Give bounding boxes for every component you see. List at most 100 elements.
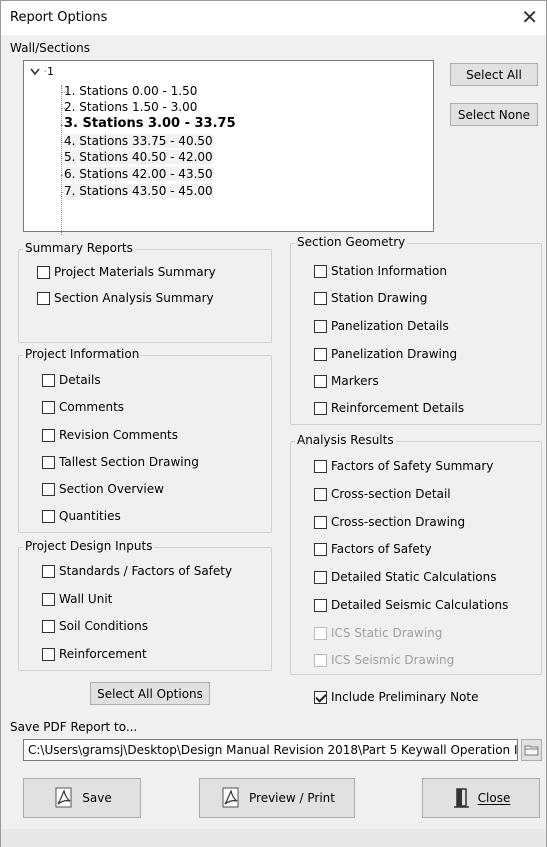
checkbox-box[interactable] [42, 592, 55, 606]
tree-item-section-5[interactable]: 5. Stations 40.50 - 42.00 [64, 150, 213, 164]
exit-door-icon [453, 788, 469, 808]
checkbox-label: Quantities [59, 509, 121, 523]
checkbox-label: Section Overview [59, 482, 164, 496]
checkbox-label: Reinforcement [59, 647, 147, 661]
checkbox-label: Include Preliminary Note [331, 690, 479, 704]
report-options-dialog: Report Options ✕ Wall/Sections ·1 1. Sta… [0, 0, 547, 847]
close-icon[interactable]: ✕ [521, 5, 538, 29]
tree-item-section-7[interactable]: 7. Stations 43.50 - 45.00 [64, 184, 213, 198]
tree-item-section-1[interactable]: 1. Stations 0.00 - 1.50 [64, 84, 197, 98]
checkbox-label: Detailed Seismic Calculations [331, 598, 509, 612]
checkbox-label: Markers [331, 374, 379, 388]
pdf-preview-icon [222, 787, 239, 808]
checkbox-box[interactable] [42, 564, 55, 578]
markers-checkbox[interactable]: Markers [314, 374, 379, 388]
checkbox-label: Tallest Section Drawing [59, 455, 199, 469]
section-analysis-summary-checkbox[interactable]: Section Analysis Summary [37, 291, 214, 305]
tree-item-section-3[interactable]: 3. Stations 3.00 - 33.75 [64, 116, 236, 131]
select-all-button[interactable]: Select All [450, 63, 538, 86]
select-none-button[interactable]: Select None [450, 103, 538, 126]
checkbox-label: Factors of Safety Summary [331, 459, 494, 473]
checkbox-box[interactable] [314, 319, 327, 333]
save-button[interactable]: Save [23, 778, 141, 818]
factors-of-safety-checkbox[interactable]: Factors of Safety [314, 542, 432, 556]
project-design-inputs-title: Project Design Inputs [23, 539, 155, 553]
include-preliminary-note-checkbox[interactable]: Include Preliminary Note [314, 690, 478, 704]
checkbox-box[interactable] [314, 542, 327, 556]
reinforcement-checkbox[interactable]: Reinforcement [42, 647, 147, 661]
wall-unit-checkbox[interactable]: Wall Unit [42, 592, 112, 606]
cross-section-detail-checkbox[interactable]: Cross-section Detail [314, 487, 451, 501]
checkbox-label: ICS Seismic Drawing [331, 653, 455, 667]
checkbox-box[interactable] [314, 459, 327, 473]
standards-factors-checkbox[interactable]: Standards / Factors of Safety [42, 564, 232, 578]
detailed-static-calculations-checkbox[interactable]: Detailed Static Calculations [314, 570, 497, 584]
checkbox-label: Cross-section Drawing [331, 515, 466, 529]
checkbox-box[interactable] [314, 515, 327, 529]
select-all-options-button[interactable]: Select All Options [90, 682, 210, 705]
expand-chevron-icon[interactable] [30, 68, 40, 76]
details-checkbox[interactable]: Details [42, 373, 101, 387]
checkbox-label: Station Drawing [331, 291, 428, 305]
checkbox-label: Comments [59, 400, 125, 414]
panelization-details-checkbox[interactable]: Panelization Details [314, 319, 449, 333]
tree-root-node[interactable]: ·1 [30, 65, 54, 78]
checkbox-box[interactable] [42, 509, 55, 523]
checkbox-box[interactable] [314, 291, 327, 305]
close-button[interactable]: Close [422, 778, 540, 818]
checkbox-box[interactable] [42, 647, 55, 661]
revision-comments-checkbox[interactable]: Revision Comments [42, 428, 178, 442]
summary-reports-title: Summary Reports [23, 241, 135, 255]
section-overview-checkbox[interactable]: Section Overview [42, 482, 164, 496]
checkbox-box[interactable] [314, 598, 327, 612]
checkbox-label: Soil Conditions [59, 619, 148, 633]
checkbox-box[interactable] [314, 487, 327, 501]
checkbox-label: Cross-section Detail [331, 487, 451, 501]
checkbox-label: Wall Unit [59, 592, 113, 606]
cross-section-drawing-checkbox[interactable]: Cross-section Drawing [314, 515, 465, 529]
quantities-checkbox[interactable]: Quantities [42, 509, 121, 523]
ics-seismic-drawing-checkbox: ICS Seismic Drawing [314, 653, 454, 667]
checkbox-box[interactable] [314, 374, 327, 388]
tree-item-section-2[interactable]: 2. Stations 1.50 - 3.00 [64, 100, 197, 114]
checkbox-box[interactable] [314, 347, 327, 361]
checkbox-label: Project Materials Summary [54, 265, 216, 279]
save-label: Save [82, 791, 112, 805]
checkbox-label: Factors of Safety [331, 542, 432, 556]
tree-item-section-6[interactable]: 6. Stations 42.00 - 43.50 [64, 167, 213, 181]
checkbox-label: Details [59, 373, 101, 387]
checkbox-box[interactable] [42, 455, 55, 469]
tallest-section-drawing-checkbox[interactable]: Tallest Section Drawing [42, 455, 199, 469]
checkbox-box[interactable] [37, 291, 50, 305]
factors-of-safety-summary-checkbox[interactable]: Factors of Safety Summary [314, 459, 493, 473]
checkbox-box[interactable] [314, 690, 327, 704]
station-drawing-checkbox[interactable]: Station Drawing [314, 291, 427, 305]
wall-sections-label: Wall/Sections [10, 41, 90, 55]
checkbox-box[interactable] [42, 373, 55, 387]
panelization-drawing-checkbox[interactable]: Panelization Drawing [314, 347, 457, 361]
checkbox-box[interactable] [37, 265, 50, 279]
checkbox-box[interactable] [314, 264, 327, 278]
checkbox-label: Station Information [331, 264, 447, 278]
detailed-seismic-calculations-checkbox[interactable]: Detailed Seismic Calculations [314, 598, 508, 612]
checkbox-box[interactable] [314, 401, 327, 415]
soil-conditions-checkbox[interactable]: Soil Conditions [42, 619, 148, 633]
browse-folder-button[interactable] [521, 739, 542, 761]
checkbox-box[interactable] [42, 400, 55, 414]
wall-sections-tree[interactable]: ·1 1. Stations 0.00 - 1.50 2. Stations 1… [23, 60, 434, 235]
save-pdf-path-input[interactable]: C:\Users\gramsj\Desktop\Design Manual Re… [23, 739, 518, 761]
checkbox-box[interactable] [42, 619, 55, 633]
checkbox-label: Section Analysis Summary [54, 291, 214, 305]
station-information-checkbox[interactable]: Station Information [314, 264, 447, 278]
preview-print-button[interactable]: Preview / Print [199, 778, 355, 818]
checkbox-box [314, 626, 327, 640]
checkbox-box[interactable] [42, 428, 55, 442]
checkbox-box[interactable] [42, 482, 55, 496]
comments-checkbox[interactable]: Comments [42, 400, 124, 414]
checkbox-label: Panelization Drawing [331, 347, 458, 361]
tree-item-section-4[interactable]: 4. Stations 33.75 - 40.50 [64, 134, 213, 148]
checkbox-box[interactable] [314, 570, 327, 584]
project-materials-summary-checkbox[interactable]: Project Materials Summary [37, 265, 216, 279]
reinforcement-details-checkbox[interactable]: Reinforcement Details [314, 401, 464, 415]
title-bar: Report Options ✕ [1, 1, 546, 35]
